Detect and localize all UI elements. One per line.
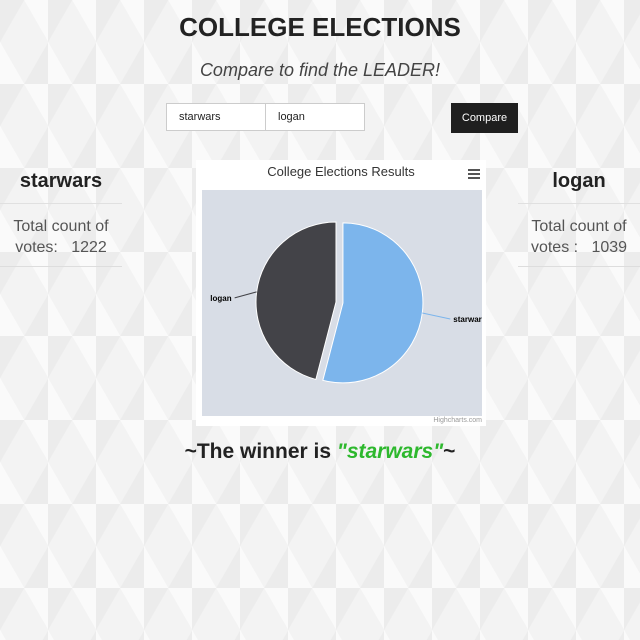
left-candidate-name: starwars: [0, 170, 122, 204]
winner-suffix: ~: [443, 440, 456, 463]
pie-chart: starwars logan: [202, 190, 482, 416]
candidate-2-input[interactable]: [265, 103, 365, 131]
page-subtitle: Compare to find the LEADER!: [199, 60, 441, 80]
slice-label-logan: logan: [210, 294, 231, 303]
right-candidate-name: logan: [518, 170, 640, 204]
left-candidate-panel: starwars Total count of votes: 1222: [0, 170, 122, 267]
results-chart: College Elections Results starwarslogan …: [196, 160, 486, 426]
slice-label-starwars: starwars: [453, 315, 482, 324]
page-title: COLLEGE ELECTIONS: [179, 12, 461, 42]
right-count-value: 1039: [591, 239, 628, 256]
chart-credits[interactable]: Highcharts.com: [433, 417, 482, 424]
left-count-value: 1222: [71, 239, 107, 256]
left-vote-count-block: Total count of votes: 1222: [0, 204, 122, 267]
winner-prefix: ~The winner is: [184, 440, 337, 463]
chart-title: College Elections Results: [267, 164, 415, 179]
candidate-1-input[interactable]: [166, 103, 266, 131]
hamburger-menu-icon[interactable]: [468, 169, 480, 180]
compare-button[interactable]: Compare: [451, 103, 518, 133]
winner-name: "starwars": [336, 440, 444, 463]
right-candidate-panel: logan Total count of votes : 1039: [518, 170, 640, 267]
winner-announcement: ~The winner is "starwars"~: [0, 440, 640, 464]
right-vote-count-block: Total count of votes : 1039: [518, 204, 640, 267]
